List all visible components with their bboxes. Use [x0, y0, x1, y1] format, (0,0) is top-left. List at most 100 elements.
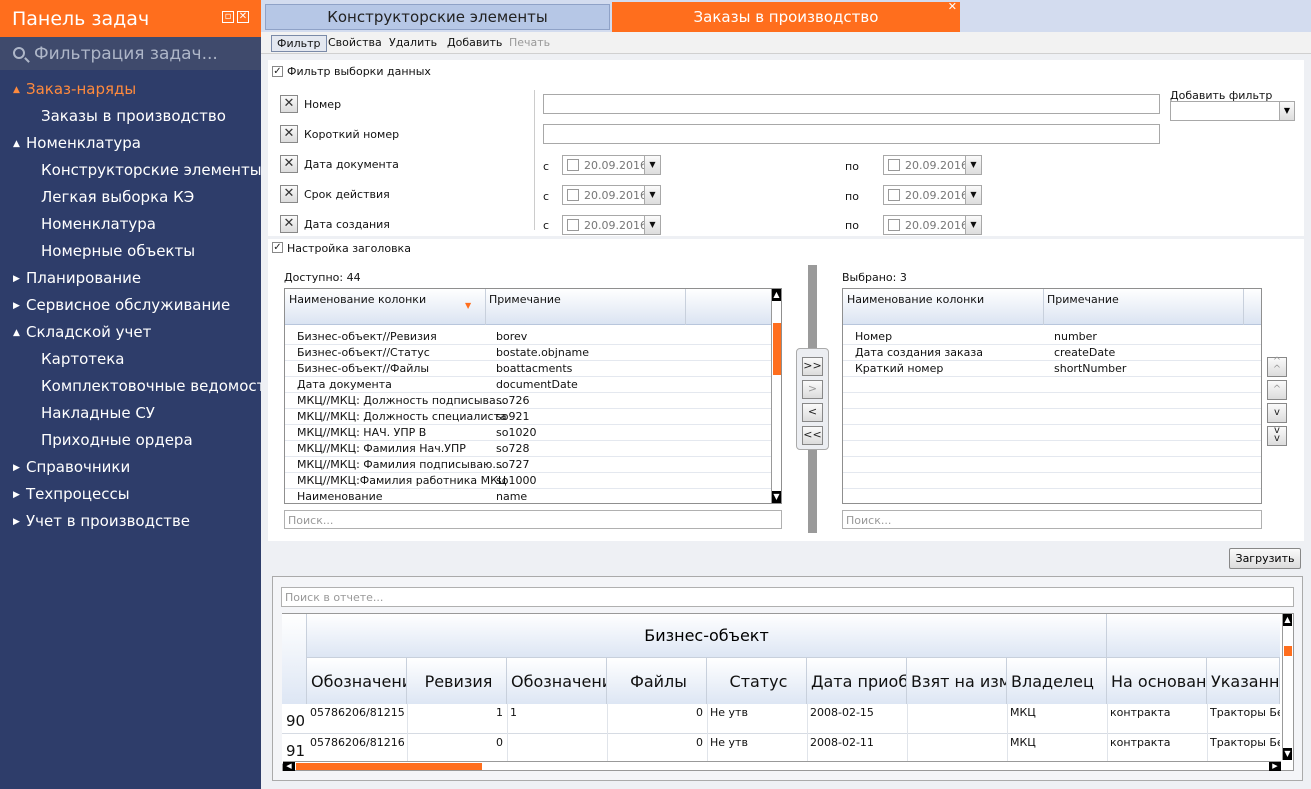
column-header-name[interactable]: Наименование колонки	[847, 293, 984, 306]
close-icon[interactable]: ✕	[237, 11, 249, 23]
expanded-icon[interactable]: ▲	[13, 85, 20, 95]
date-to-picker[interactable]: 20.09.2016 ▼	[883, 215, 982, 235]
sidebar-item[interactable]: ▲ Складской учет	[0, 323, 151, 341]
report-hscroll[interactable]: ◀ ▶	[283, 761, 1281, 771]
column-header-note[interactable]: Примечание	[1047, 293, 1119, 306]
list-item[interactable]: МКЦ//МКЦ: Должность подписыва... so726	[285, 393, 771, 409]
expanded-icon[interactable]: ▲	[13, 328, 20, 338]
sidebar-item[interactable]: ▶ Техпроцессы	[0, 485, 130, 503]
list-item[interactable]: Бизнес-объект//Ревизия borev	[285, 329, 771, 345]
date-checkbox[interactable]	[567, 189, 579, 201]
chevron-down-icon[interactable]: ▼	[644, 216, 660, 234]
sidebar-item[interactable]: ▶ Сервисное обслуживание	[0, 296, 230, 314]
sidebar-item[interactable]: Приходные ордера	[0, 431, 193, 449]
report-column-header[interactable]: Владелец	[1007, 658, 1107, 704]
sidebar-item[interactable]: Номерные объекты	[0, 242, 195, 260]
date-checkbox[interactable]	[567, 159, 579, 171]
list-item[interactable]: Номер number	[843, 329, 1261, 345]
date-checkbox[interactable]	[888, 219, 900, 231]
scroll-right-icon[interactable]: ▶	[1269, 762, 1281, 771]
print-button[interactable]: Печать	[504, 35, 555, 50]
move-top-button[interactable]: ^ ^	[1267, 357, 1287, 377]
tab-design-elements[interactable]: Конструкторские элементы	[265, 4, 610, 30]
sidebar-item[interactable]: ▲ Номенклатура	[0, 134, 141, 152]
move-all-left-button[interactable]: <<	[802, 426, 823, 445]
report-column-header[interactable]: Ревизия	[407, 658, 507, 704]
list-item[interactable]: МКЦ//МКЦ: НАЧ. УПР В so1020	[285, 425, 771, 441]
header-section-checkbox[interactable]: ✓	[272, 242, 283, 253]
move-up-button[interactable]: ^	[1267, 380, 1287, 400]
list-item[interactable]: МКЦ//МКЦ: Должность специалиста so921	[285, 409, 771, 425]
chevron-down-icon[interactable]: ▼	[965, 216, 981, 234]
list-item[interactable]: МКЦ//МКЦ: Фамилия Нач.УПР so728	[285, 441, 771, 457]
sidebar-item[interactable]: ▶ Планирование	[0, 269, 141, 287]
report-column-header[interactable]: На основани	[1107, 658, 1207, 704]
scroll-down-icon[interactable]: ▼	[772, 491, 781, 503]
move-down-button[interactable]: v	[1267, 403, 1287, 423]
report-column-header[interactable]: Взят на изм	[907, 658, 1007, 704]
sidebar-item[interactable]: Конструкторские элементы	[0, 161, 262, 179]
tab-production-orders[interactable]: Заказы в производство ✕	[612, 0, 960, 32]
available-search-input[interactable]: Поиск...	[284, 510, 782, 529]
list-item[interactable]: МКЦ//МКЦ:Фамилия работника МКЦ so1000	[285, 473, 771, 489]
load-button[interactable]: Загрузить	[1229, 548, 1301, 569]
chevron-down-icon[interactable]: ▼	[965, 156, 981, 174]
remove-filter-button[interactable]: ✕	[280, 95, 298, 113]
move-bottom-button[interactable]: vv	[1267, 426, 1287, 446]
chevron-down-icon[interactable]: ▼	[1279, 102, 1294, 120]
scroll-thumb[interactable]	[773, 323, 781, 375]
move-right-button[interactable]: >	[802, 380, 823, 399]
maximize-icon[interactable]: ▫	[222, 11, 234, 23]
scroll-down-icon[interactable]: ▼	[1283, 748, 1292, 760]
sidebar-item[interactable]: Заказы в производство	[0, 107, 226, 125]
collapsed-icon[interactable]: ▶	[13, 301, 20, 311]
add-button[interactable]: Добавить	[442, 35, 507, 50]
date-to-picker[interactable]: 20.09.2016 ▼	[883, 155, 982, 175]
report-column-header[interactable]: Файлы	[607, 658, 707, 704]
report-vscroll[interactable]: ▲ ▼	[1282, 614, 1292, 760]
scroll-left-icon[interactable]: ◀	[283, 762, 295, 771]
date-checkbox[interactable]	[567, 219, 579, 231]
remove-filter-button[interactable]: ✕	[280, 215, 298, 233]
report-column-header[interactable]: Указанны	[1207, 658, 1280, 704]
filter-section-checkbox[interactable]: ✓	[272, 66, 283, 77]
short-number-input[interactable]	[543, 124, 1160, 144]
chevron-down-icon[interactable]: ▼	[644, 186, 660, 204]
sidebar-item[interactable]: ▶ Справочники	[0, 458, 130, 476]
list-item[interactable]: Краткий номер shortNumber	[843, 361, 1261, 377]
report-column-header[interactable]: Обозначени	[307, 658, 407, 704]
delete-button[interactable]: Удалить	[384, 35, 442, 50]
column-header-name[interactable]: Наименование колонки	[289, 293, 426, 306]
report-column-header[interactable]: Статус	[707, 658, 807, 704]
collapsed-icon[interactable]: ▶	[13, 517, 20, 527]
expanded-icon[interactable]: ▲	[13, 139, 20, 149]
date-checkbox[interactable]	[888, 159, 900, 171]
sidebar-item[interactable]: ▶ Учет в производстве	[0, 512, 190, 530]
sidebar-item[interactable]: Номенклатура	[0, 215, 156, 233]
add-filter-select[interactable]: ▼	[1170, 101, 1295, 121]
selected-search-input[interactable]: Поиск...	[842, 510, 1262, 529]
sidebar-item[interactable]: Комплектовочные ведомости	[0, 377, 275, 395]
report-search-input[interactable]: Поиск в отчете...	[281, 587, 1294, 607]
remove-filter-button[interactable]: ✕	[280, 125, 298, 143]
list-item[interactable]: МКЦ//МКЦ: Фамилия подписываю... so727	[285, 457, 771, 473]
remove-filter-button[interactable]: ✕	[280, 155, 298, 173]
sidebar-item[interactable]: ▲ Заказ-наряды	[0, 80, 136, 98]
sidebar-item[interactable]: Легкая выборка КЭ	[0, 188, 194, 206]
report-column-header[interactable]: Дата приобр	[807, 658, 907, 704]
scroll-thumb[interactable]	[296, 763, 482, 770]
list-item[interactable]: Дата документа documentDate	[285, 377, 771, 393]
collapsed-icon[interactable]: ▶	[13, 463, 20, 473]
date-checkbox[interactable]	[888, 189, 900, 201]
scroll-up-icon[interactable]: ▲	[1283, 614, 1292, 626]
chevron-down-icon[interactable]: ▼	[644, 156, 660, 174]
scrollbar[interactable]: ▲ ▼	[771, 289, 781, 503]
tab-close-icon[interactable]: ✕	[948, 0, 957, 22]
collapsed-icon[interactable]: ▶	[13, 490, 20, 500]
date-from-picker[interactable]: 20.09.2016 ▼	[562, 185, 661, 205]
filter-button[interactable]: Фильтр	[271, 35, 327, 52]
date-from-picker[interactable]: 20.09.2016 ▼	[562, 215, 661, 235]
scroll-up-icon[interactable]: ▲	[772, 289, 781, 301]
date-to-picker[interactable]: 20.09.2016 ▼	[883, 185, 982, 205]
scroll-thumb[interactable]	[1284, 646, 1292, 656]
